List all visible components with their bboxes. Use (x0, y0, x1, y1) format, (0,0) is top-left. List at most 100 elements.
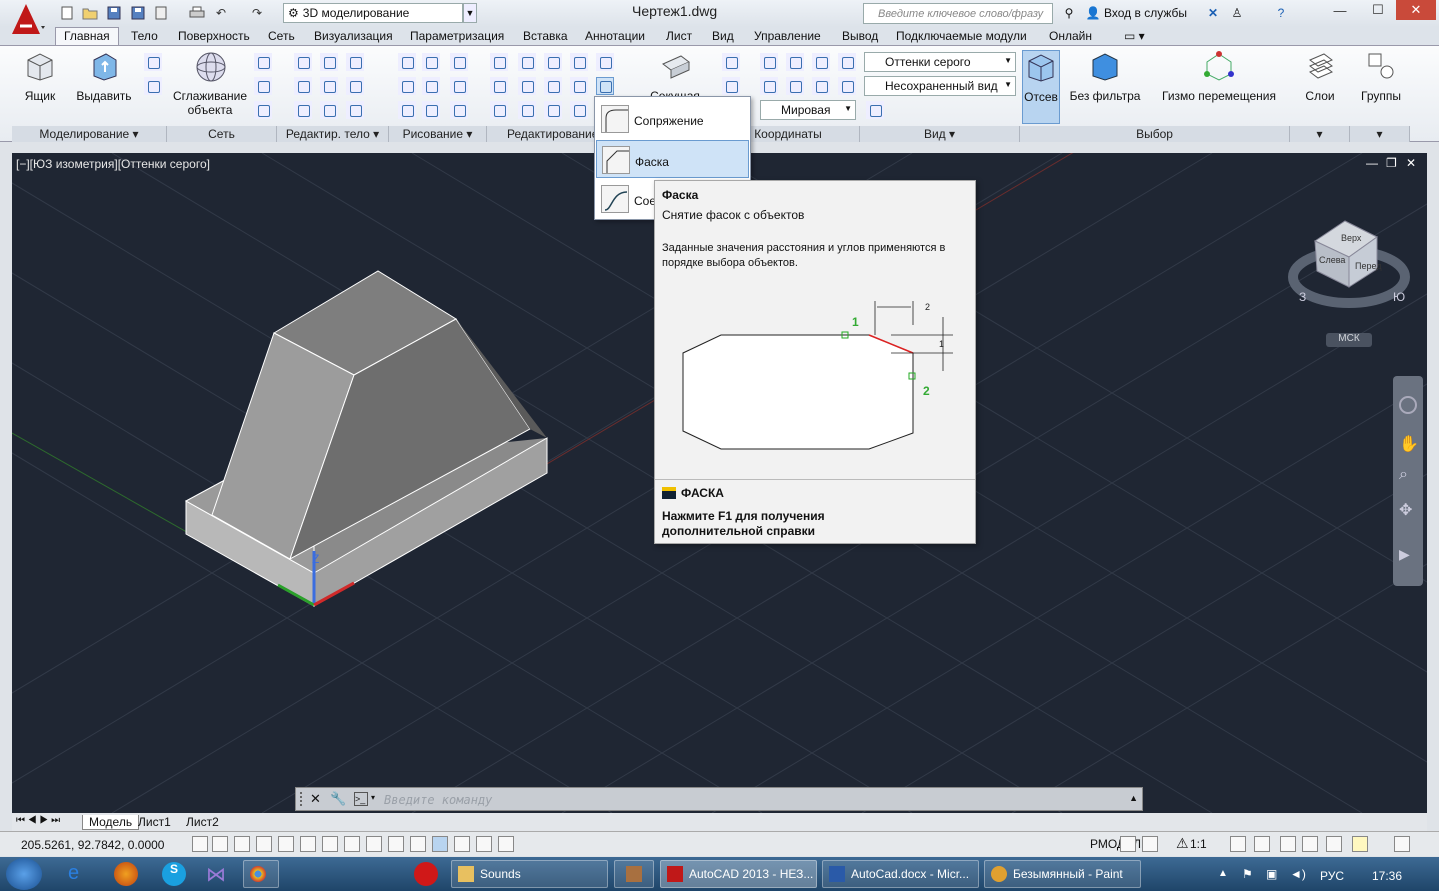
task-paint[interactable]: Безымянный - Paint (984, 860, 1141, 888)
minimize-button[interactable]: — (1320, 0, 1360, 20)
no-filter-button[interactable]: Без фильтра (1068, 50, 1142, 103)
snap-icon[interactable] (212, 836, 228, 852)
close-button[interactable]: ✕ (1396, 0, 1436, 20)
ucs-icon[interactable] (722, 53, 740, 71)
ucs-origin-icon[interactable] (722, 77, 740, 95)
ellipse-icon[interactable] (450, 101, 468, 119)
dyn-icon[interactable] (388, 836, 404, 852)
panel-layers-more[interactable]: ▾ (1290, 126, 1350, 142)
panel-view[interactable]: Вид ▾ (860, 126, 1020, 142)
search-input[interactable]: Введите ключевое слово/фразу (863, 3, 1053, 24)
otrack-icon[interactable] (344, 836, 360, 852)
erase-icon[interactable] (570, 101, 588, 119)
ucs-world-select[interactable]: Мировая (760, 100, 856, 120)
clean-screen-icon[interactable] (1394, 836, 1410, 852)
application-menu-button[interactable] (8, 2, 48, 38)
subtract-icon[interactable] (320, 53, 338, 71)
publish-icon[interactable] (152, 4, 170, 22)
tab-layout2[interactable]: Лист2 (186, 815, 219, 829)
slice-icon[interactable] (320, 77, 338, 95)
viewcube-top[interactable]: Верх (1341, 233, 1362, 243)
transparency-icon[interactable] (432, 836, 448, 852)
action-center-icon[interactable]: ⚑ (1242, 867, 1253, 881)
ribbon-minimize-toggle[interactable]: ▭ ▾ (1124, 27, 1145, 45)
tab-parametric[interactable]: Параметризация (410, 27, 504, 45)
panel-groups-more[interactable]: ▾ (1350, 126, 1410, 142)
lineweight-icon[interactable] (410, 836, 426, 852)
panel-solid-edit[interactable]: Редактир. тело ▾ (277, 126, 389, 142)
qp-icon[interactable] (454, 836, 470, 852)
workspace-switch-icon[interactable] (1280, 836, 1296, 852)
polar-icon[interactable] (278, 836, 294, 852)
separate-icon[interactable] (346, 101, 364, 119)
box-button[interactable]: Ящик (20, 50, 60, 103)
tab-surface[interactable]: Поверхность (178, 27, 250, 45)
annotation-scale[interactable]: 1:1 (1190, 837, 1207, 851)
refine-mesh-icon[interactable] (254, 101, 272, 119)
command-line-grip[interactable] (300, 792, 306, 806)
tab-layout1[interactable]: Лист1 (138, 815, 171, 829)
task-autocad[interactable]: AutoCAD 2013 - НЕЗ... (660, 860, 817, 888)
steering-wheel-icon[interactable] (1399, 396, 1417, 414)
start-button[interactable] (6, 858, 42, 890)
ortho-icon[interactable] (256, 836, 272, 852)
login-button[interactable]: Вход в службы (1104, 6, 1187, 20)
undo-icon[interactable]: ↶ (212, 4, 230, 22)
ucs-zaxis-icon[interactable] (838, 77, 856, 95)
line-icon[interactable] (398, 53, 416, 71)
ducs-icon[interactable] (366, 836, 382, 852)
workspace-select[interactable]: ⚙ 3D моделирование (283, 3, 463, 23)
extract-edges-icon[interactable] (346, 77, 364, 95)
match-properties-icon[interactable] (490, 101, 508, 119)
layers-button[interactable]: Слои (1298, 50, 1342, 103)
pan-icon[interactable]: ✋ (1399, 434, 1419, 454)
tab-solid[interactable]: Тело (131, 27, 158, 45)
tab-annotate[interactable]: Аннотации (585, 27, 645, 45)
culling-button[interactable]: Отсев (1022, 50, 1060, 124)
spline-icon[interactable] (398, 77, 416, 95)
quickview-drawings-icon[interactable] (1142, 836, 1158, 852)
rotate3d-icon[interactable] (518, 53, 536, 71)
prompt-icon[interactable]: >_ (354, 792, 368, 806)
tray-expand-icon[interactable]: ▲ (1218, 868, 1228, 879)
tab-output[interactable]: Вывод (842, 27, 878, 45)
polygon-icon[interactable] (398, 101, 416, 119)
command-line[interactable]: ✕ 🔧 >_ ▾ Введите команду ▲ (295, 787, 1143, 811)
ucs-3point-icon[interactable] (760, 77, 778, 95)
viewport-config-icon[interactable] (866, 101, 884, 119)
move3d-icon[interactable] (544, 53, 562, 71)
mesh-smooth-more-icon[interactable] (254, 53, 272, 71)
polyline-icon[interactable] (422, 53, 440, 71)
tab-layout[interactable]: Лист (666, 27, 692, 45)
solid-edit-icon[interactable] (346, 53, 364, 71)
navigation-bar[interactable]: ✋ ⌕ ✥ ▶ (1393, 376, 1423, 586)
ucs-x-icon[interactable] (786, 53, 804, 71)
rectangle-icon[interactable] (422, 101, 440, 119)
visual-studio-icon[interactable]: ⋈ (206, 862, 230, 886)
internet-explorer-icon[interactable]: e (68, 862, 92, 886)
prompt-dropdown-icon[interactable]: ▾ (371, 793, 375, 802)
move-icon[interactable] (490, 53, 508, 71)
tab-insert[interactable]: Вставка (523, 27, 568, 45)
move-gizmo-button[interactable]: Гизмо перемещения (1160, 50, 1278, 103)
redo-icon[interactable]: ↷ (248, 4, 266, 22)
fillet-chamfer-button[interactable] (596, 77, 614, 95)
opera-icon[interactable] (414, 862, 438, 886)
groups-button[interactable]: Группы (1356, 50, 1406, 103)
array-icon[interactable] (518, 77, 536, 95)
mirror3d-icon[interactable] (544, 101, 562, 119)
maximize-button[interactable]: ☐ (1361, 0, 1395, 20)
sc-icon[interactable] (476, 836, 492, 852)
task-sounds[interactable]: Sounds (451, 860, 608, 888)
annotation-visibility-icon[interactable] (1230, 836, 1246, 852)
viewport-controls-label[interactable]: [−][ЮЗ изометрия][Оттенки серого] (16, 157, 210, 171)
intersect-icon[interactable] (294, 77, 312, 95)
panel-modeling[interactable]: Моделирование ▾ (12, 126, 167, 142)
panel-selection[interactable]: Выбор (1020, 126, 1290, 142)
tab-home[interactable]: Главная (55, 27, 119, 45)
account-icon[interactable]: ♙ (1228, 4, 1246, 22)
zoom-icon[interactable]: ⌕ (1399, 466, 1408, 484)
save-icon[interactable] (105, 4, 123, 22)
tab-view[interactable]: Вид (712, 27, 734, 45)
line3d-icon[interactable] (422, 77, 440, 95)
